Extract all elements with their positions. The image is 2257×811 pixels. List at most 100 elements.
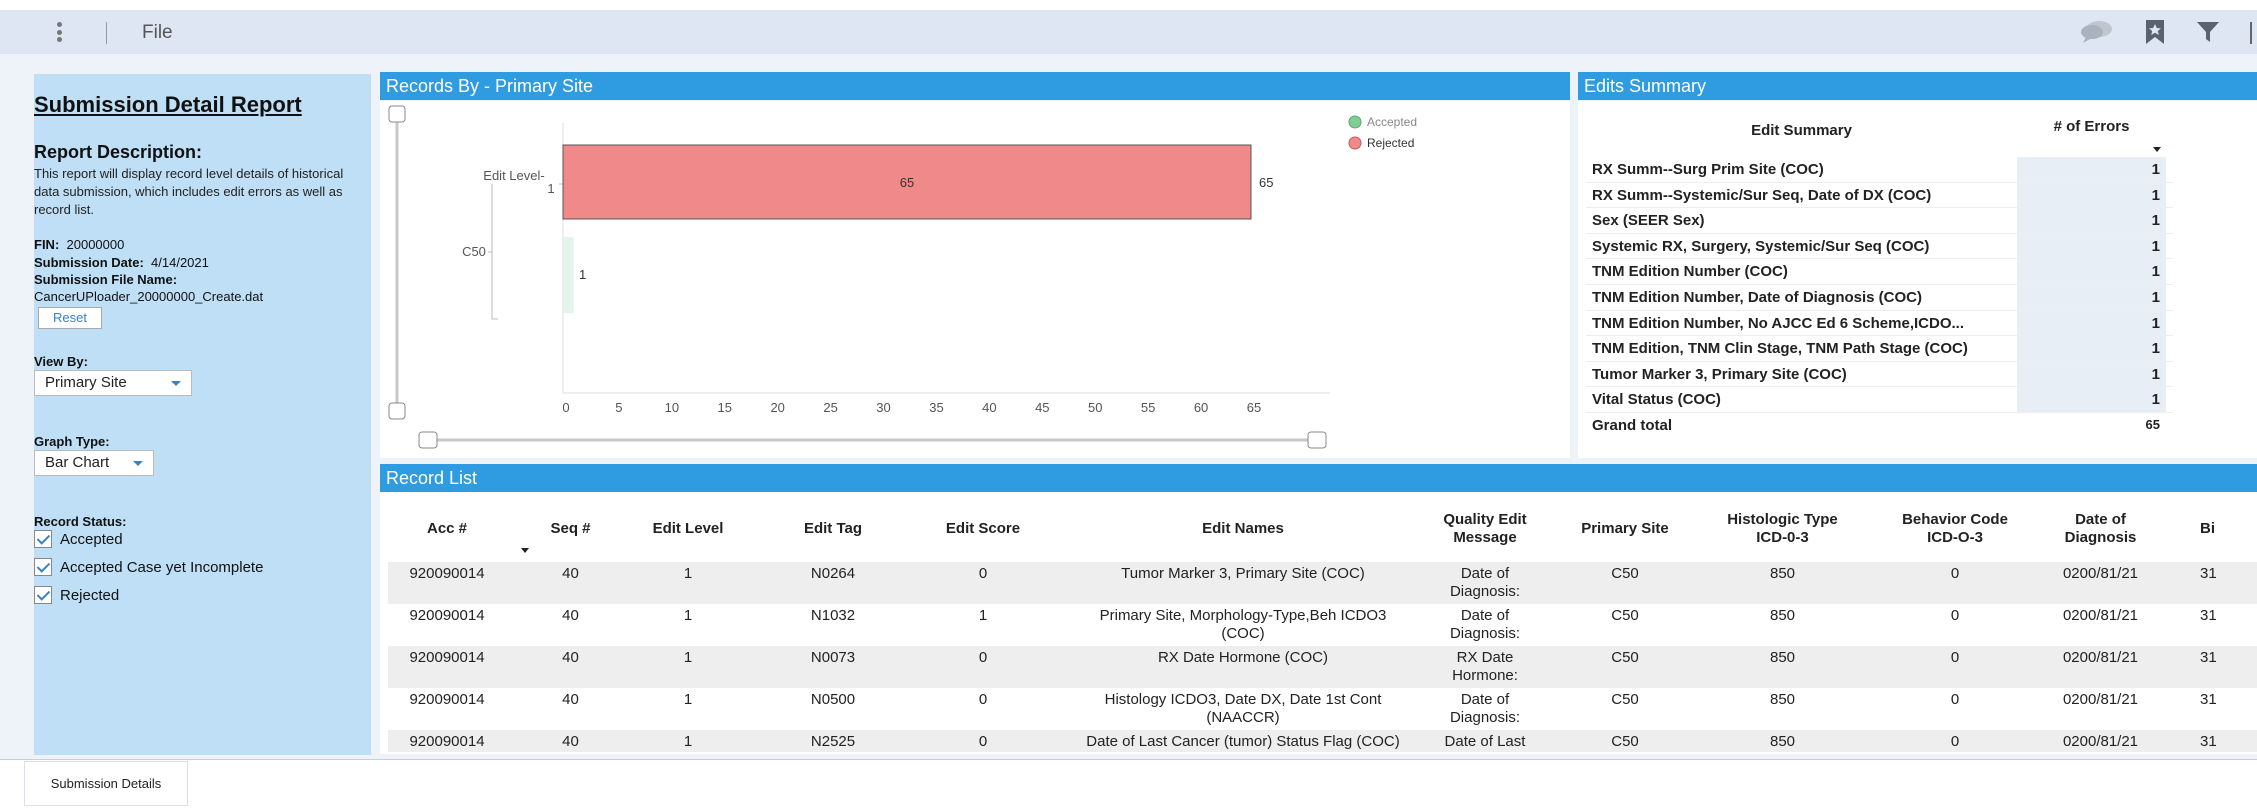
- table-row[interactable]: 920090014 40 1 N1032 1 Primary Site, Morpholo…: [388, 604, 2257, 646]
- primary-site-bar-chart: 0 5 10 15 20 25 30 35 40 45 50 55 60 65 Edit Level- 1…: [388, 105, 1417, 449]
- column-header[interactable]: Edit Score: [928, 520, 1038, 538]
- edit-name: TNM Edition Number, No AJCC Ed 6 Scheme,…: [1592, 314, 1964, 332]
- status-checkbox-incomplete[interactable]: Accepted Case yet Incomplete: [34, 558, 263, 576]
- table-cell: 850: [1769, 607, 1796, 624]
- edit-name: TNM Edition Number, Date of Diagnosis (C…: [1592, 289, 1923, 306]
- report-title: Submission Detail Report: [34, 92, 302, 117]
- table-cell: 0200/81/21: [2062, 649, 2139, 666]
- sub-category-label-line2: 1: [547, 181, 554, 196]
- edit-summary-row[interactable]: Tumor Marker 3, Primary Site (COC) 1: [1586, 361, 2173, 388]
- table-cell: 0: [978, 565, 988, 582]
- legend-accepted-swatch[interactable]: [1348, 115, 1362, 129]
- edit-summary-row[interactable]: RX Summ--Surg Prim Site (COC) 1: [1586, 157, 2173, 183]
- category-bracket: [488, 184, 498, 320]
- table-cell: 0: [1950, 691, 1960, 708]
- filter-icon[interactable]: [2195, 19, 2221, 45]
- graph-type-dropdown[interactable]: Bar Chart: [34, 450, 154, 476]
- column-header[interactable]: Quality Edit Message: [1430, 511, 1540, 547]
- vertical-range-handle-bottom[interactable]: [388, 402, 406, 420]
- edit-summary-row[interactable]: RX Summ--Systemic/Sur Seq, Date of DX (C…: [1586, 182, 2173, 209]
- record-list-header: Record List: [380, 464, 2257, 492]
- edit-error-count: 1: [2017, 157, 2166, 182]
- table-row[interactable]: 920090014 40 1 N0264 0 Tumor Marker 3, Primar…: [388, 562, 2257, 604]
- record-status-label: Record Status:: [34, 514, 127, 529]
- submission-file-label-line: Submission File Name:: [34, 271, 177, 288]
- column-header[interactable]: Bi: [2200, 520, 2257, 538]
- view-by-dropdown[interactable]: Primary Site: [34, 370, 192, 396]
- table-cell: 31: [2200, 649, 2217, 666]
- table-cell: 920090014: [409, 733, 485, 750]
- errors-column-header[interactable]: # of Errors: [2017, 105, 2166, 157]
- checkbox-checked-icon[interactable]: [34, 530, 52, 548]
- status-checkbox-rejected[interactable]: Rejected: [34, 586, 119, 604]
- table-cell: RX Date Hormone (COC): [1157, 649, 1329, 666]
- table-cell: C50: [1611, 607, 1639, 624]
- edit-summary-row[interactable]: TNM Edition Number, No AJCC Ed 6 Scheme,…: [1586, 310, 2173, 337]
- sort-desc-icon[interactable]: [2153, 147, 2161, 152]
- legend-accepted-label[interactable]: Accepted: [1367, 115, 1417, 129]
- edit-summary-row[interactable]: TNM Edition, TNM Clin Stage, TNM Path St…: [1586, 336, 2173, 362]
- edit-name: Sex (SEER Sex): [1592, 212, 1705, 230]
- bar-accepted-c50[interactable]: [563, 237, 574, 313]
- more-options-icon[interactable]: [54, 20, 64, 44]
- horizontal-range-handle-right[interactable]: [1307, 431, 1327, 449]
- edit-error-count: 1: [2017, 233, 2166, 259]
- edit-summary-row[interactable]: Sex (SEER Sex) 1: [1586, 208, 2173, 234]
- table-cell: 0: [1950, 733, 1960, 750]
- column-header[interactable]: Date of Diagnosis: [2043, 511, 2158, 547]
- table-cell: N0073: [810, 649, 856, 666]
- submission-date-label: Submission Date:: [34, 255, 144, 270]
- edit-summary-row[interactable]: TNM Edition Number, Date of Diagnosis (C…: [1586, 285, 2173, 311]
- table-cell: 40: [562, 733, 579, 750]
- status-label: Accepted Case yet Incomplete: [60, 558, 264, 576]
- submission-date-line: Submission Date: 4/14/2021: [34, 254, 209, 271]
- table-cell: 31: [2200, 565, 2217, 582]
- table-cell: 850: [1769, 649, 1796, 666]
- table-cell: 1: [683, 733, 693, 750]
- edit-name: RX Summ--Surg Prim Site (COC): [1592, 161, 1824, 178]
- column-header[interactable]: Behavior Code ICD-O-3: [1885, 511, 2025, 547]
- edit-error-count: 1: [2017, 336, 2166, 362]
- table-cell: 0: [978, 733, 988, 750]
- edit-name: TNM Edition Number (COC): [1592, 263, 1788, 281]
- table-row[interactable]: 920090014 40 1 N0073 0 RX Date Hormone (COC) R…: [388, 646, 2257, 688]
- legend-rejected-swatch[interactable]: [1348, 136, 1362, 150]
- column-header[interactable]: Seq #: [528, 520, 613, 538]
- bookmark-icon[interactable]: [2143, 18, 2167, 46]
- horizontal-range-handle-left[interactable]: [418, 431, 438, 449]
- legend-rejected-label[interactable]: Rejected: [1367, 136, 1414, 150]
- reset-button[interactable]: Reset: [38, 307, 102, 329]
- column-header[interactable]: Acc #: [393, 520, 501, 538]
- column-header[interactable]: Histologic Type ICD-0-3: [1710, 511, 1855, 547]
- edit-error-count: 1: [2017, 259, 2166, 285]
- column-header[interactable]: Edit Level: [638, 520, 738, 538]
- column-header[interactable]: Primary Site: [1570, 520, 1680, 538]
- checkbox-checked-icon[interactable]: [34, 586, 52, 604]
- column-header[interactable]: Edit Tag: [778, 520, 888, 538]
- report-description: This report will display record level de…: [34, 166, 344, 217]
- sort-desc-icon[interactable]: [521, 548, 529, 553]
- edit-summary-row[interactable]: Vital Status (COC) 1: [1586, 387, 2173, 413]
- comments-icon[interactable]: [2078, 19, 2114, 45]
- graph-type-value: Bar Chart: [45, 454, 110, 471]
- table-cell: 850: [1769, 691, 1796, 708]
- table-row[interactable]: 920090014 40 1 N2525 0 Date of Last Cancer (t…: [388, 730, 2257, 752]
- edit-summary-row[interactable]: Systemic RX, Surgery, Systemic/Sur Seq (…: [1586, 233, 2173, 260]
- report-info-panel: Submission Detail Report Report Descript…: [34, 74, 371, 755]
- status-checkbox-accepted[interactable]: Accepted: [34, 530, 123, 548]
- column-header[interactable]: Edit Names: [1078, 520, 1408, 538]
- table-cell: N2525: [810, 733, 856, 750]
- x-tick-label: 5: [615, 400, 622, 415]
- file-menu[interactable]: File: [142, 22, 173, 44]
- table-cell: 31: [2200, 607, 2217, 624]
- edit-summary-row[interactable]: TNM Edition Number (COC) 1: [1586, 259, 2173, 285]
- table-row[interactable]: 920090014 40 1 N0500 0 Histology ICDO3, Date …: [388, 688, 2257, 730]
- checkbox-checked-icon[interactable]: [34, 558, 52, 576]
- edit-summary-column-header[interactable]: Edit Summary: [1586, 105, 2017, 157]
- fin-label: FIN:: [34, 237, 60, 252]
- vertical-range-handle-top[interactable]: [388, 105, 406, 123]
- chart-panel-body: 0 5 10 15 20 25 30 35 40 45 50 55 60 65 Edit Level- 1…: [380, 101, 1570, 458]
- tab-submission-details[interactable]: Submission Details: [25, 762, 187, 805]
- table-cell: 920090014: [409, 691, 485, 708]
- edits-panel-header: Edits Summary: [1578, 72, 2257, 100]
